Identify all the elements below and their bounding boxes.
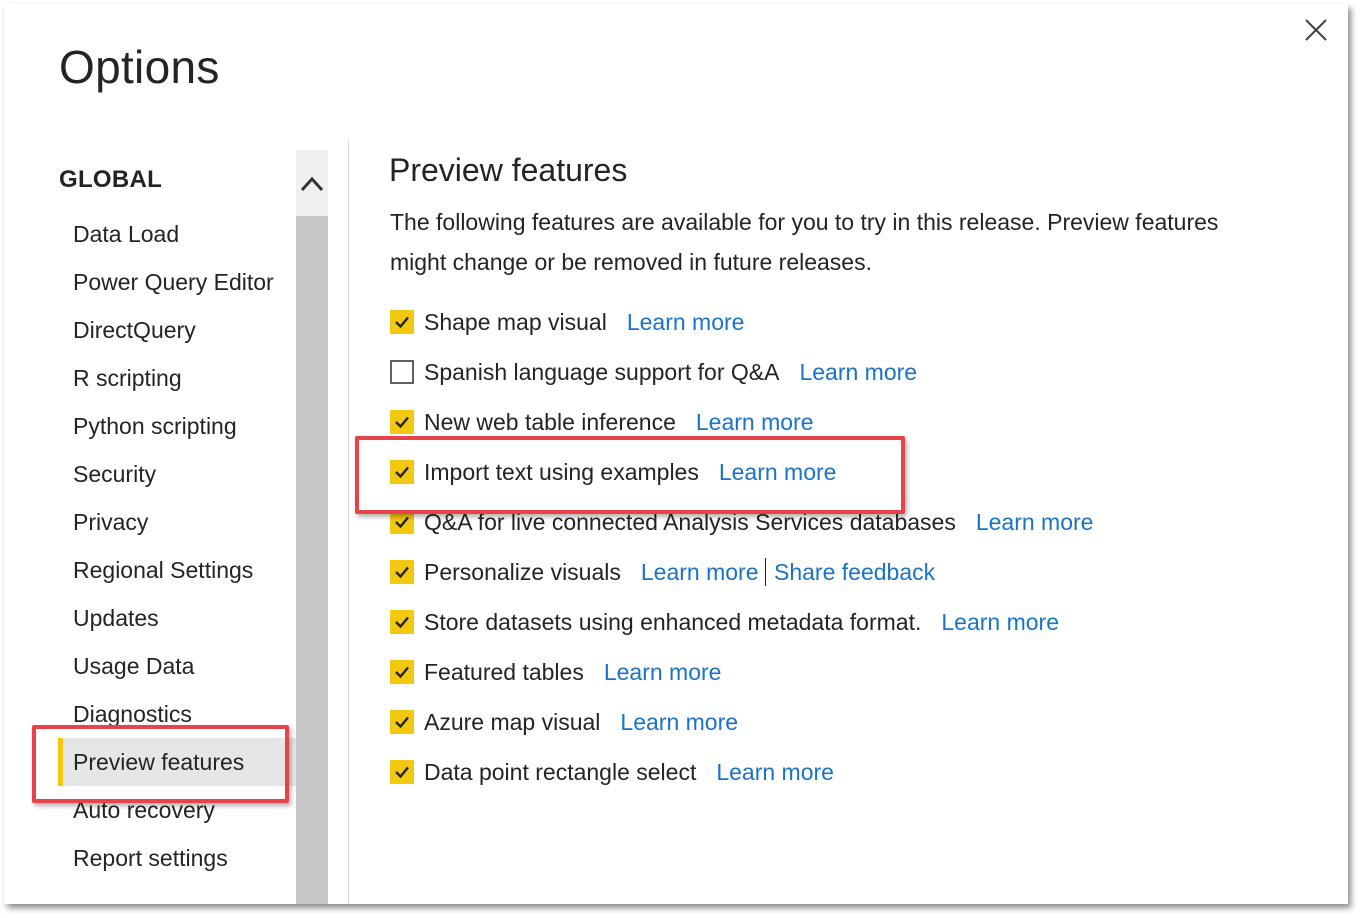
sidebar-item-label: Security — [73, 461, 157, 487]
close-button[interactable] — [1300, 14, 1332, 46]
checkmark-icon — [395, 416, 409, 429]
learn-more-link[interactable]: Learn more — [604, 659, 722, 686]
learn-more-link[interactable]: Learn more — [716, 759, 834, 786]
chevron-up-icon — [300, 176, 324, 192]
learn-more-link[interactable]: Learn more — [941, 609, 1059, 636]
checkmark-icon — [395, 766, 409, 779]
checkbox-store-datasets-using-enhanced-metadata-format[interactable] — [390, 610, 414, 634]
checkbox-spanish-language-support-for-q-a[interactable] — [390, 360, 414, 384]
checkmark-icon — [395, 566, 409, 579]
checkmark-icon — [395, 666, 409, 679]
checkmark-icon — [395, 616, 409, 629]
sidebar-item-updates[interactable]: Updates — [4, 594, 300, 642]
feature-row: Shape map visual Learn more — [390, 297, 1330, 347]
checkmark-icon — [395, 516, 409, 529]
sidebar-item-regional-settings[interactable]: Regional Settings — [4, 546, 300, 594]
sidebar-item-usage-data[interactable]: Usage Data — [4, 642, 300, 690]
feature-row: New web table inference Learn more — [390, 397, 1330, 447]
sidebar-item-label: DirectQuery — [73, 317, 196, 343]
feature-row: Data point rectangle select Learn more — [390, 747, 1330, 797]
feature-row: Store datasets using enhanced metadata f… — [390, 597, 1330, 647]
sidebar-item-security[interactable]: Security — [4, 450, 300, 498]
sidebar-item-label: Diagnostics — [73, 701, 192, 727]
feature-label: Spanish language support for Q&A — [424, 358, 780, 385]
sidebar-scrollbar[interactable] — [296, 150, 328, 904]
sidebar-item-label: Regional Settings — [73, 557, 254, 583]
sidebar-item-label: R scripting — [73, 365, 182, 391]
checkbox-data-point-rectangle-select[interactable] — [390, 760, 414, 784]
sidebar-item-privacy[interactable]: Privacy — [4, 498, 300, 546]
sidebar-item-label: Updates — [73, 605, 159, 631]
feature-label: New web table inference — [424, 408, 676, 435]
feature-label: Shape map visual — [424, 308, 607, 335]
feature-label: Featured tables — [424, 658, 584, 685]
feature-label: Azure map visual — [424, 708, 601, 735]
feature-row: Spanish language support for Q&A Learn mo… — [390, 347, 1330, 397]
content-title: Preview features — [389, 152, 628, 188]
feature-row: Azure map visual Learn more — [390, 697, 1330, 747]
feature-label: Import text using examples — [424, 458, 699, 485]
sidebar-item-label: Preview features — [73, 749, 245, 775]
feature-label: Personalize visuals — [424, 558, 621, 585]
checkbox-featured-tables[interactable] — [390, 660, 414, 684]
feature-label: Store datasets using enhanced metadata f… — [424, 608, 922, 635]
feature-row: Personalize visuals Learn more Share feedb… — [390, 547, 1330, 597]
checkbox-q-a-for-live-connected-analysis-services-databases[interactable] — [390, 510, 414, 534]
feature-label: Q&A for live connected Analysis Services… — [424, 508, 956, 535]
share-feedback-link[interactable]: Share feedback — [774, 559, 935, 586]
sidebar-item-label: Usage Data — [73, 653, 195, 679]
sidebar-item-label: Data Load — [73, 221, 180, 247]
sidebar-item-label: Auto recovery — [73, 797, 215, 823]
sidebar-item-preview-features[interactable]: Preview features — [58, 738, 300, 786]
learn-more-link[interactable]: Learn more — [620, 709, 738, 736]
sidebar-item-report-settings[interactable]: Report settings — [4, 834, 300, 882]
panel-divider — [348, 140, 349, 904]
sidebar-item-python-scripting[interactable]: Python scripting — [4, 402, 300, 450]
checkbox-new-web-table-inference[interactable] — [390, 410, 414, 434]
sidebar-item-diagnostics[interactable]: Diagnostics — [4, 690, 300, 738]
sidebar-item-directquery[interactable]: DirectQuery — [4, 306, 300, 354]
learn-more-link[interactable]: Learn more — [719, 459, 837, 486]
learn-more-link[interactable]: Learn more — [799, 359, 917, 386]
sidebar-item-label: Python scripting — [73, 413, 237, 439]
sidebar-nav: Data Load Power Query Editor DirectQuery R … — [4, 210, 300, 882]
checkbox-shape-map-visual[interactable] — [390, 310, 414, 334]
sidebar-item-label: Power Query Editor — [73, 269, 274, 295]
checkbox-azure-map-visual[interactable] — [390, 710, 414, 734]
checkmark-icon — [395, 466, 409, 479]
sidebar-item-data-load[interactable]: Data Load — [4, 210, 300, 258]
content-description: The following features are available for… — [390, 209, 1219, 275]
learn-more-link[interactable]: Learn more — [976, 509, 1094, 536]
dialog-title: Options — [59, 41, 220, 93]
options-dialog: Options GLOBAL Data Load Power Query Edit… — [4, 4, 1348, 904]
feature-row: Import text using examples Learn more — [390, 447, 1330, 497]
checkbox-personalize-visuals[interactable] — [390, 560, 414, 584]
sidebar-item-power-query-editor[interactable]: Power Query Editor — [4, 258, 300, 306]
section-heading-global: GLOBAL — [59, 166, 163, 193]
scroll-up-button[interactable] — [296, 150, 328, 216]
sidebar-item-auto-recovery[interactable]: Auto recovery — [4, 786, 300, 834]
link-separator — [764, 558, 766, 586]
checkmark-icon — [395, 716, 409, 729]
feature-row: Featured tables Learn more — [390, 647, 1330, 697]
learn-more-link[interactable]: Learn more — [696, 409, 814, 436]
checkmark-icon — [395, 316, 409, 329]
sidebar-item-label: Privacy — [73, 509, 149, 535]
close-icon — [1305, 19, 1327, 41]
feature-row: Q&A for live connected Analysis Services… — [390, 497, 1330, 547]
learn-more-link[interactable]: Learn more — [641, 559, 759, 586]
learn-more-link[interactable]: Learn more — [627, 309, 745, 336]
feature-list: Shape map visual Learn more Spanish langua… — [390, 297, 1330, 797]
feature-label: Data point rectangle select — [424, 758, 697, 785]
sidebar-item-label: Report settings — [73, 845, 228, 871]
sidebar-item-r-scripting[interactable]: R scripting — [4, 354, 300, 402]
checkbox-import-text-using-examples[interactable] — [390, 460, 414, 484]
